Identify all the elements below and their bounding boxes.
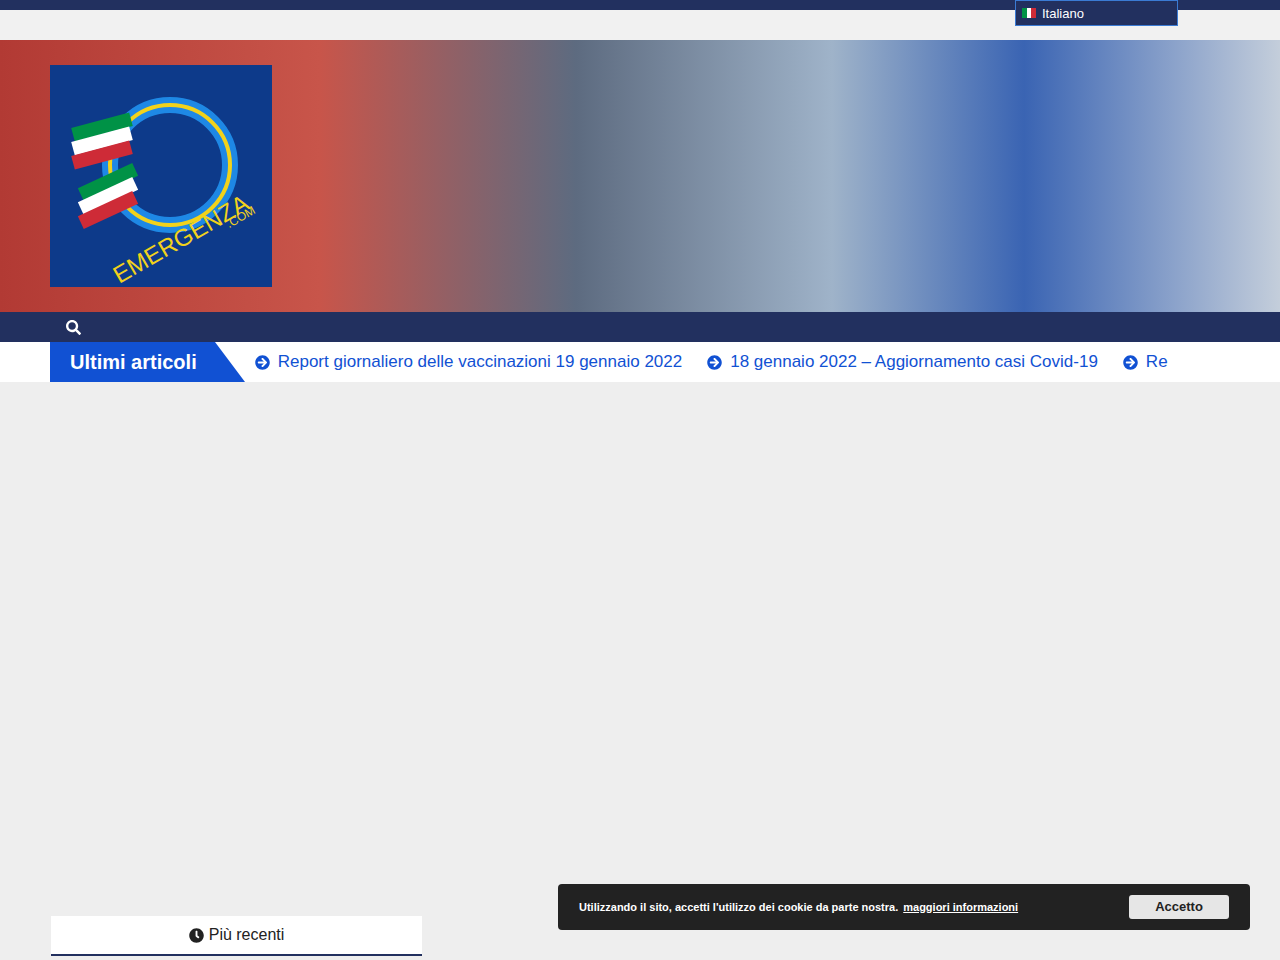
language-label: Italiano: [1042, 7, 1084, 20]
ticker-title-slant-icon: [215, 342, 245, 382]
accept-button[interactable]: Accetto: [1129, 895, 1229, 919]
ticker-item[interactable]: 18 gennaio 2022 – Aggiornamento casi Cov…: [707, 349, 1098, 375]
clock-icon: [189, 928, 204, 943]
tab[interactable]: Più recenti: [51, 916, 422, 956]
arrow-circle-icon: [707, 355, 722, 370]
cookie-banner: Utilizzando il sito, accetti l'utilizzo …: [558, 884, 1250, 930]
tab-strip: Più recenti: [51, 916, 422, 956]
nav-bar: [0, 312, 1280, 342]
site-logo[interactable]: EMERGENZA.COM: [50, 65, 272, 287]
ticker-item[interactable]: Report giornaliero delle vaccinazioni 19…: [255, 349, 683, 375]
italy-flag-icon: [1022, 8, 1036, 18]
ticker-bar: Ultimi articoli Report giornaliero delle …: [0, 342, 1280, 382]
header-banner: EMERGENZA.COM: [0, 40, 1280, 312]
language-selector[interactable]: Italiano: [1015, 0, 1178, 26]
ticker-title: Ultimi articoli: [50, 342, 245, 382]
arrow-circle-icon: [255, 355, 270, 370]
content-area: [0, 382, 1280, 916]
ticker-items: Report giornaliero delle vaccinazioni 19…: [245, 342, 1218, 382]
search-icon[interactable]: [66, 320, 81, 335]
page: Italiano EMERGENZA.COM Ultimi articoli Repo…: [0, 0, 1280, 960]
arrow-circle-icon: [1123, 355, 1138, 370]
cookie-message: Utilizzando il sito, accetti l'utilizzo …: [579, 899, 898, 916]
cookie-link[interactable]: maggiori informazioni: [903, 899, 1018, 916]
ticker-item[interactable]: Re: [1123, 349, 1168, 375]
